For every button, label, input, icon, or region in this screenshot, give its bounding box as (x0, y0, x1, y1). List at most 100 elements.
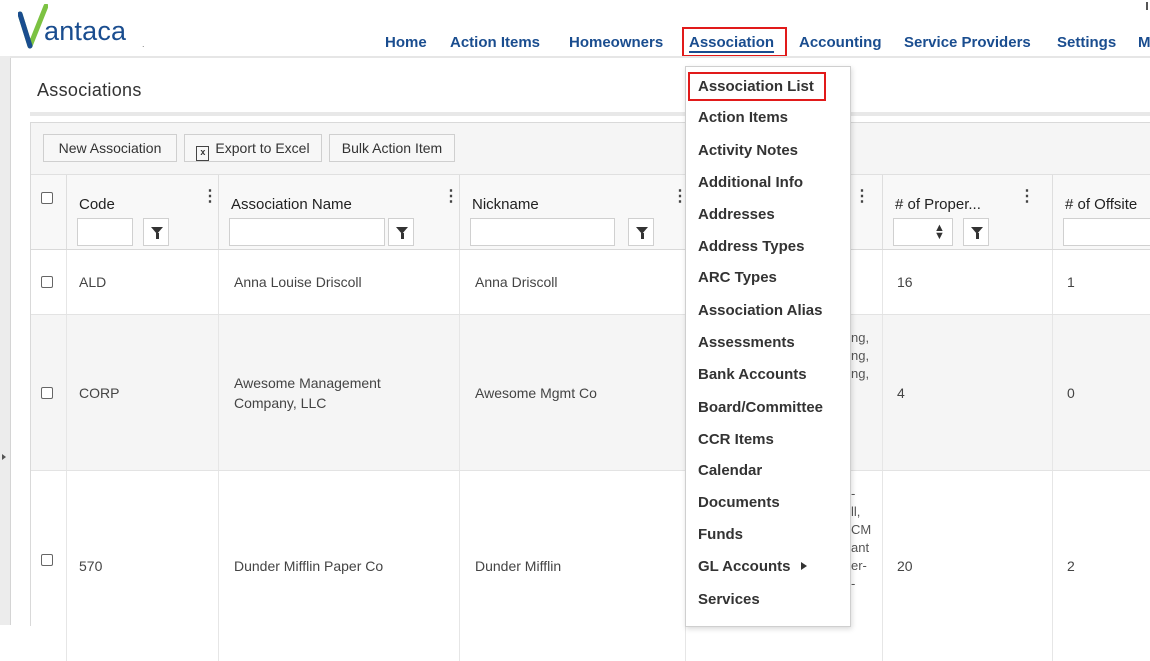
column-label-offsite: # of Offsite (1065, 196, 1138, 213)
nickname-value: Dunder Mifflin (475, 558, 562, 574)
excel-icon: x (196, 146, 210, 161)
menu-item-calendar[interactable]: Calendar (698, 462, 762, 479)
highlight-association-list (688, 72, 826, 101)
submenu-arrow-icon (800, 562, 807, 570)
code-value: ALD (79, 274, 107, 290)
export-to-excel-button[interactable]: x Export to Excel (184, 134, 322, 162)
properties-column-menu-kebab-icon[interactable]: ⋮ (1019, 189, 1035, 205)
properties-filter-button[interactable] (963, 218, 989, 246)
cell-properties: 4 (883, 315, 1053, 470)
grid-header: Code ⋮ Association Name ⋮ Nickname ⋮ ⋮ #… (31, 175, 1150, 250)
column-label-association-name: Association Name (231, 196, 352, 213)
funnel-icon (396, 227, 408, 239)
code-filter-button[interactable] (143, 218, 169, 246)
highlight-association-nav (682, 27, 787, 57)
menu-item-ccr-items[interactable]: CCR Items (698, 431, 774, 448)
menu-item-board-committee[interactable]: Board/Committee (698, 399, 823, 416)
row-checkbox[interactable] (41, 387, 53, 399)
cell-nickname: Awesome Mgmt Co (460, 315, 686, 470)
row-select-cell (31, 471, 67, 661)
properties-value: 20 (897, 558, 913, 574)
nav-homeowners[interactable]: Homeowners (569, 34, 663, 51)
menu-item-funds[interactable]: Funds (698, 526, 743, 543)
menu-item-gl-accounts[interactable]: GL Accounts (698, 558, 807, 575)
header-offsite: # of Offsite (1053, 175, 1150, 249)
code-column-menu-kebab-icon[interactable]: ⋮ (202, 189, 218, 205)
header-select-cell (31, 175, 67, 249)
row-checkbox[interactable] (41, 276, 53, 288)
menu-item-assessments[interactable]: Assessments (698, 334, 795, 351)
association-name-value: Awesome Management Company, LLC (234, 374, 381, 411)
left-collapse-rail[interactable] (0, 56, 11, 625)
cell-code: ALD (67, 250, 219, 314)
nickname-filter-input[interactable] (470, 218, 615, 246)
grid-toolbar: New Association x Export to Excel Bulk Ac… (31, 123, 1150, 175)
column-label-code: Code (79, 196, 115, 213)
nav-action-items[interactable]: Action Items (450, 34, 540, 51)
nav-settings[interactable]: Settings (1057, 34, 1116, 51)
row-select-cell (31, 315, 67, 470)
cell-nickname: Anna Driscoll (460, 250, 686, 314)
table-row[interactable]: ALD Anna Louise Driscoll Anna Driscoll 1… (31, 250, 1150, 315)
header-properties: # of Proper... ⋮ ▲ ▼ (883, 175, 1053, 249)
nav-home[interactable]: Home (385, 34, 427, 51)
cell-offsite: 0 (1053, 315, 1150, 470)
nickname-filter-button[interactable] (628, 218, 654, 246)
offsite-value: 0 (1067, 384, 1075, 401)
menu-item-arc-types[interactable]: ARC Types (698, 269, 777, 286)
menu-item-activity-notes[interactable]: Activity Notes (698, 142, 798, 159)
menu-item-association-alias[interactable]: Association Alias (698, 302, 822, 319)
page-title: Associations (37, 80, 142, 100)
nickname-value: Anna Driscoll (475, 274, 558, 290)
offsite-value: 1 (1067, 274, 1075, 290)
offsite-filter-input[interactable] (1063, 218, 1150, 246)
code-value: 570 (79, 558, 103, 574)
select-all-checkbox[interactable] (41, 192, 53, 204)
nav-more[interactable]: M (1138, 34, 1150, 51)
logo-trademark-dot: . (142, 39, 145, 49)
properties-filter-input[interactable]: ▲ ▼ (893, 218, 953, 246)
cell-properties: 20 (883, 471, 1053, 661)
header-association-name: Association Name ⋮ (219, 175, 460, 249)
menu-item-action-items[interactable]: Action Items (698, 109, 788, 126)
bulk-action-item-button[interactable]: Bulk Action Item (329, 134, 455, 162)
cell-code: CORP (67, 315, 219, 470)
association-name-value: Dunder Mifflin Paper Co (234, 558, 384, 574)
menu-item-bank-accounts[interactable]: Bank Accounts (698, 366, 807, 383)
properties-value: 16 (897, 274, 913, 290)
hidden-column-menu-kebab-icon[interactable]: ⋮ (854, 189, 870, 205)
nav-service-providers[interactable]: Service Providers (904, 34, 1031, 51)
new-association-button[interactable]: New Association (43, 134, 177, 162)
row-select-cell (31, 250, 67, 314)
menu-item-documents[interactable]: Documents (698, 494, 780, 511)
table-row[interactable]: CORP Awesome Management Company, LLC Awe… (31, 315, 1150, 471)
name-column-menu-kebab-icon[interactable]: ⋮ (443, 189, 459, 205)
association-name-value: Anna Louise Driscoll (234, 274, 362, 290)
sort-icon[interactable]: ▲ ▼ (934, 223, 945, 242)
menu-item-addresses[interactable]: Addresses (698, 206, 775, 223)
gl-accounts-label: GL Accounts (698, 558, 791, 575)
cell-offsite: 2 (1053, 471, 1150, 661)
cell-code: 570 (67, 471, 219, 661)
associations-grid: New Association x Export to Excel Bulk Ac… (30, 122, 1150, 661)
name-filter-button[interactable] (388, 218, 414, 246)
row-checkbox[interactable] (41, 554, 53, 566)
cell-association-name: Awesome Management Company, LLC (219, 315, 460, 470)
code-value: CORP (79, 384, 120, 401)
cell-association-name: Anna Louise Driscoll (219, 250, 460, 314)
menu-item-additional-info[interactable]: Additional Info (698, 174, 803, 191)
cell-association-name: Dunder Mifflin Paper Co (219, 471, 460, 661)
code-filter-input[interactable] (77, 218, 133, 246)
cell-offsite: 1 (1053, 250, 1150, 314)
column-label-properties: # of Proper... (895, 196, 981, 213)
name-filter-input[interactable] (229, 218, 385, 246)
cell-properties: 16 (883, 250, 1053, 314)
table-row[interactable]: 570 Dunder Mifflin Paper Co Dunder Miffl… (31, 471, 1150, 661)
funnel-icon (971, 227, 983, 239)
header-code: Code ⋮ (67, 175, 219, 249)
menu-item-services[interactable]: Services (698, 591, 760, 608)
menu-item-address-types[interactable]: Address Types (698, 238, 804, 255)
expand-arrow-icon[interactable] (2, 454, 6, 460)
offsite-value: 2 (1067, 558, 1075, 574)
nav-accounting[interactable]: Accounting (799, 34, 882, 51)
